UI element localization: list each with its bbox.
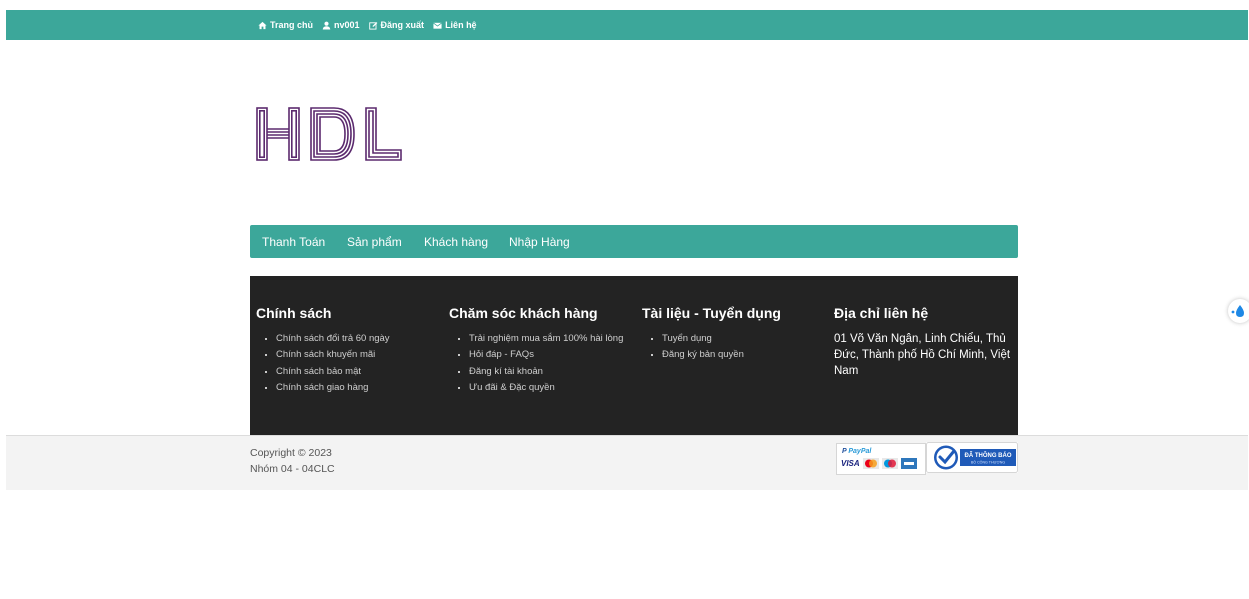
menu-item-nhap-hang[interactable]: Nhập Hàng bbox=[509, 235, 570, 249]
footer-col-docs: Tài liệu - Tuyển dụng Tuyển dụng Đăng ký… bbox=[642, 304, 822, 364]
team-line: Nhóm 04 - 04CLC bbox=[250, 463, 335, 475]
footer-policy-item[interactable]: Chính sách bảo mật bbox=[276, 364, 436, 380]
svg-text:P PayPal: P PayPal bbox=[842, 448, 872, 455]
badge-text: ĐÃ THÔNG BÁO bbox=[965, 451, 1012, 459]
logo-letter-d bbox=[310, 107, 355, 161]
footer-address-text: 01 Võ Văn Ngân, Linh Chiểu, Thủ Đức, Thà… bbox=[834, 333, 1011, 377]
footer-policy-item[interactable]: Chính sách khuyến mãi bbox=[276, 347, 436, 363]
menu-item-san-pham[interactable]: Sản phẩm bbox=[347, 235, 402, 249]
page: Trang chủ nv001 Đăng xuất Liên hệ Thanh … bbox=[0, 0, 1249, 599]
water-drop-icon bbox=[1231, 305, 1244, 317]
floating-widget[interactable] bbox=[1228, 299, 1249, 323]
main-menu: Thanh Toán Sản phẩm Khách hàng Nhập Hàng bbox=[250, 225, 1018, 258]
home-link[interactable]: Trang chủ bbox=[258, 20, 313, 30]
bo-cong-thuong-badge[interactable]: ĐÃ THÔNG BÁO BỘ CÔNG THƯƠNG bbox=[926, 442, 1018, 473]
footer-care-item[interactable]: Hỏi đáp - FAQs bbox=[469, 347, 631, 363]
home-label: Trang chủ bbox=[270, 20, 314, 30]
paypal-text: PayPal bbox=[848, 448, 872, 455]
top-bar: Trang chủ nv001 Đăng xuất Liên hệ bbox=[6, 10, 1248, 40]
footer-address-title: Địa chỉ liên hệ bbox=[834, 305, 929, 321]
envelope-icon bbox=[433, 22, 442, 29]
hdl-logo[interactable] bbox=[256, 107, 402, 161]
footer-care-title: Chăm sóc khách hàng bbox=[449, 305, 598, 321]
footer-policy-title: Chính sách bbox=[256, 305, 332, 321]
badge-subtext: BỘ CÔNG THƯƠNG bbox=[971, 460, 1005, 465]
footer-care-item[interactable]: Ưu đãi & Đặc quyền bbox=[469, 380, 631, 396]
footer-col-policy: Chính sách Chính sách đổi trả 60 ngày Ch… bbox=[256, 304, 436, 396]
amex-icon bbox=[901, 458, 917, 469]
paypal-payment-logos: P PayPal VISA bbox=[836, 443, 926, 475]
logo-letter-h bbox=[256, 107, 300, 161]
footer-docs-item[interactable]: Đăng ký bản quyền bbox=[662, 347, 822, 363]
maestro-icon bbox=[882, 458, 898, 469]
footer-policy-item[interactable]: Chính sách giao hàng bbox=[276, 380, 436, 396]
footer-care-item[interactable]: Trải nghiệm mua sắm 100% hài lòng bbox=[469, 331, 631, 347]
footer-docs-item[interactable]: Tuyển dụng bbox=[662, 331, 822, 347]
home-icon bbox=[258, 21, 267, 29]
logout-link[interactable]: Đăng xuất bbox=[368, 20, 425, 30]
menu-item-thanh-toan[interactable]: Thanh Toán bbox=[262, 235, 325, 249]
contact-label: Liên hệ bbox=[445, 20, 477, 30]
footer-policy-item[interactable]: Chính sách đổi trả 60 ngày bbox=[276, 331, 436, 347]
contact-link[interactable]: Liên hệ bbox=[433, 20, 477, 30]
footer-care-item[interactable]: Đăng kí tài khoản bbox=[469, 364, 631, 380]
mastercard-icon bbox=[863, 458, 879, 469]
top-nav: Trang chủ nv001 Đăng xuất Liên hệ bbox=[258, 18, 477, 32]
visa-text: VISA bbox=[841, 459, 860, 468]
footer-col-address: Địa chỉ liên hệ 01 Võ Văn Ngân, Linh Chi… bbox=[834, 304, 1012, 379]
user-link[interactable]: nv001 bbox=[322, 20, 360, 30]
footer-docs-title: Tài liệu - Tuyển dụng bbox=[642, 305, 781, 321]
logo-letter-l bbox=[365, 107, 402, 161]
copyright: Copyright © 2023 Nhóm 04 - 04CLC bbox=[250, 445, 335, 477]
menu-item-khach-hang[interactable]: Khách hàng bbox=[424, 235, 488, 249]
logout-label: Đăng xuất bbox=[380, 20, 425, 30]
footer-col-care: Chăm sóc khách hàng Trải nghiệm mua sắm … bbox=[449, 304, 631, 396]
copyright-band bbox=[6, 435, 1248, 490]
user-icon bbox=[322, 21, 331, 30]
user-label: nv001 bbox=[334, 20, 360, 30]
edit-icon bbox=[368, 21, 377, 30]
copyright-line: Copyright © 2023 bbox=[250, 447, 332, 459]
footer-links: Chính sách Chính sách đổi trả 60 ngày Ch… bbox=[250, 276, 1018, 435]
